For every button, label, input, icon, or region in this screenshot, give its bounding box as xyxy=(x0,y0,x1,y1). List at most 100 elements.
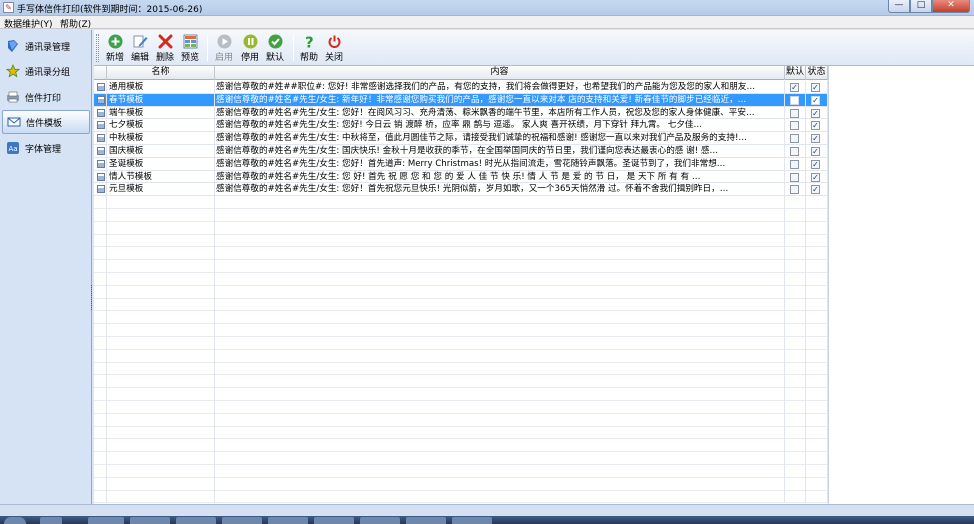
status-cell: ✓ xyxy=(806,145,828,158)
nav-item-contacts[interactable]: 通讯录管理 xyxy=(2,34,90,58)
row-icon-cell xyxy=(94,81,107,94)
delete-button[interactable]: 删除 xyxy=(153,33,177,64)
default-checkbox[interactable] xyxy=(790,134,799,144)
status-checkbox[interactable]: ✓ xyxy=(811,95,820,105)
name-cell: 国庆模板 xyxy=(107,145,215,158)
empty-table-row xyxy=(94,401,828,414)
menu-help[interactable]: 帮助(Z) xyxy=(60,17,91,30)
nav-label: 信件模板 xyxy=(26,118,63,129)
default-checkbox[interactable] xyxy=(790,185,799,195)
row-document-icon xyxy=(97,172,105,181)
empty-cell xyxy=(94,349,107,363)
empty-table-row xyxy=(94,311,828,325)
name-cell: 七夕模板 xyxy=(107,119,215,133)
default-checkbox[interactable] xyxy=(790,108,799,118)
row-icon-cell xyxy=(94,93,107,107)
row-icon-cell xyxy=(94,132,107,145)
table-row[interactable]: 元旦模板 感谢信尊敬的#姓名#先生/女生: 您好！首先祝您元旦快乐! 光阴似箭，岁… xyxy=(94,183,828,197)
preview-label: 预览 xyxy=(180,53,199,63)
empty-cell xyxy=(215,337,785,350)
start-button[interactable] xyxy=(4,517,26,524)
empty-cell xyxy=(215,221,785,235)
empty-cell xyxy=(107,285,215,299)
table-row[interactable]: 圣诞模板 感谢信尊敬的#姓名#先生/女生: 您好！首先道声: Merry Chri… xyxy=(94,157,828,171)
table-row[interactable]: 七夕模板 感谢信尊敬的#姓名#先生/女生: 您好! 今日云 销 渡醉 桥，应率 鼎… xyxy=(94,119,828,133)
status-checkbox[interactable]: ✓ xyxy=(811,121,820,131)
row-document-icon xyxy=(97,121,105,130)
empty-cell xyxy=(215,362,785,376)
add-icon xyxy=(107,33,123,49)
taskbar-item[interactable] xyxy=(452,517,492,524)
empty-cell xyxy=(107,311,215,325)
empty-cell xyxy=(215,413,785,427)
table-row[interactable]: 春节模板 感谢信尊敬的#姓名#先生/女生: 新年好！非常感谢您购买我们的产品，感谢… xyxy=(94,93,828,107)
default-checkbox[interactable] xyxy=(790,159,799,169)
status-checkbox[interactable]: ✓ xyxy=(811,108,820,118)
empty-cell xyxy=(215,260,785,273)
table-row[interactable]: 中秋模板 感谢信尊敬的#姓名#先生/女生: 中秋将至，值此月圆佳节之际，请接受我们… xyxy=(94,132,828,145)
book-icon xyxy=(6,39,20,53)
header-content[interactable]: 内容 xyxy=(215,66,785,80)
maximize-button[interactable]: □ xyxy=(910,0,932,13)
minimize-button[interactable]: — xyxy=(888,0,910,13)
taskbar-item[interactable] xyxy=(88,517,124,524)
status-checkbox[interactable]: ✓ xyxy=(811,185,820,195)
close-button[interactable]: 关闭 xyxy=(322,33,346,64)
close-window-button[interactable]: ✕ xyxy=(932,0,970,13)
nav-item-font-management[interactable]: Aa 字体管理 xyxy=(2,136,90,160)
set-default-button[interactable]: 默认 xyxy=(263,33,287,64)
table-row[interactable]: 情人节模板 感谢信尊敬的#姓名#先生/女生: 您 好! 首先 祝 愿 您 和 您 … xyxy=(94,170,828,184)
empty-cell xyxy=(94,388,107,401)
status-checkbox[interactable]: ✓ xyxy=(811,172,820,182)
empty-cell xyxy=(785,196,806,209)
default-cell xyxy=(785,106,806,120)
default-checkbox[interactable] xyxy=(790,172,799,182)
empty-cell xyxy=(107,362,215,376)
taskbar-item[interactable] xyxy=(268,517,308,524)
status-cell: ✓ xyxy=(806,183,828,197)
preview-button[interactable]: 预览 xyxy=(178,33,202,64)
taskbar-item[interactable] xyxy=(314,517,354,524)
font-icon: Aa xyxy=(6,141,20,155)
taskbar-item[interactable] xyxy=(130,517,170,524)
table-row[interactable]: 端午模板 感谢信尊敬的#姓名#先生/女生: 您好！在阅风习习、充舟清荡、粽米飘香的… xyxy=(94,106,828,120)
nav-label: 信件打印 xyxy=(25,93,62,104)
empty-cell xyxy=(785,311,806,325)
edit-button[interactable]: 编辑 xyxy=(128,33,152,64)
status-checkbox[interactable]: ✓ xyxy=(811,83,820,92)
header-default[interactable]: 默认 xyxy=(785,66,806,80)
header-name[interactable]: 名称 xyxy=(107,66,215,80)
default-checkbox[interactable] xyxy=(790,95,799,105)
nav-item-contact-groups[interactable]: 通讯录分组 xyxy=(2,59,90,83)
default-checkbox[interactable] xyxy=(790,121,799,131)
taskbar-item[interactable] xyxy=(222,517,262,524)
status-checkbox[interactable]: ✓ xyxy=(811,159,820,169)
taskbar-item[interactable] xyxy=(360,517,400,524)
empty-cell xyxy=(785,234,806,248)
taskbar-item[interactable] xyxy=(406,517,446,524)
disable-button[interactable]: 停用 xyxy=(238,33,262,64)
nav-item-letter-print[interactable]: 信件打印 xyxy=(2,85,90,109)
name-cell: 通用模板 xyxy=(107,81,215,94)
empty-cell xyxy=(806,209,828,222)
new-button[interactable]: 新增 xyxy=(103,33,127,64)
empty-cell xyxy=(215,401,785,414)
table-row[interactable]: 通用模板 感谢信尊敬的#姓##职位#: 您好! 非常感谢选择我们的产品，有您的支持… xyxy=(94,81,828,94)
header-status[interactable]: 状态 xyxy=(806,66,828,80)
status-checkbox[interactable]: ✓ xyxy=(811,147,820,156)
table-row[interactable]: 国庆模板 感谢信尊敬的#姓名#先生/女生: 国庆快乐! 金秋十月是收获的季节，在全… xyxy=(94,145,828,158)
empty-cell xyxy=(107,401,215,414)
taskbar-item[interactable] xyxy=(40,517,62,524)
status-checkbox[interactable]: ✓ xyxy=(811,134,820,144)
splitter-grip[interactable] xyxy=(91,285,93,310)
empty-table-row xyxy=(94,349,828,363)
enable-button[interactable]: 启用 xyxy=(212,33,236,64)
empty-cell xyxy=(94,490,107,504)
help-button[interactable]: ? 帮助 xyxy=(297,33,321,64)
taskbar-item[interactable] xyxy=(176,517,216,524)
default-checkbox[interactable] xyxy=(790,147,799,156)
nav-item-letter-templates[interactable]: 信件模板 xyxy=(2,110,90,134)
menu-data-maintenance[interactable]: 数据维护(Y) xyxy=(4,17,53,30)
default-checkbox[interactable]: ✓ xyxy=(790,83,799,92)
empty-cell xyxy=(806,196,828,209)
